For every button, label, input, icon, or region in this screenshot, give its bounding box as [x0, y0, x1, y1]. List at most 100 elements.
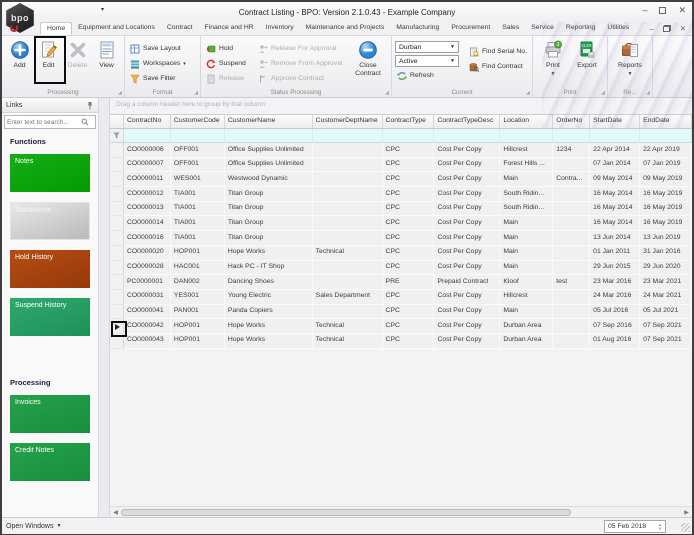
- column-header-customerdeptname[interactable]: CustomerDeptName: [313, 114, 383, 129]
- cell-customerdeptname[interactable]: [313, 187, 383, 202]
- cell-customerdeptname[interactable]: Technical: [313, 334, 383, 349]
- maximize-icon[interactable]: [659, 7, 666, 14]
- cell-contracttype[interactable]: CPC: [383, 172, 435, 187]
- cell-customercode[interactable]: TIA001: [171, 216, 225, 231]
- cell-customercode[interactable]: OFF001: [171, 158, 225, 173]
- cell-customerdeptname[interactable]: [313, 172, 383, 187]
- dialog-launcher-icon[interactable]: ◢: [385, 90, 389, 96]
- cell-contracttype[interactable]: CPC: [383, 261, 435, 276]
- cell-contracttypedesc[interactable]: Cost Per Copy: [434, 290, 500, 305]
- find-contract-button[interactable]: Find Contract: [467, 59, 529, 74]
- branch-combobox[interactable]: Durban▼: [395, 41, 459, 53]
- cell-customercode[interactable]: HAC001: [171, 261, 225, 276]
- cell-startdate[interactable]: 01 Jan 2011: [590, 246, 640, 261]
- tab-home[interactable]: Home: [40, 22, 72, 35]
- cell-location[interactable]: Main: [500, 261, 553, 276]
- cell-customerdeptname[interactable]: [313, 305, 383, 320]
- cell-enddate[interactable]: 05 Jul 2021: [640, 305, 692, 320]
- cell-customercode[interactable]: HOP001: [171, 246, 225, 261]
- notes-button[interactable]: Notes: [10, 154, 90, 192]
- cell-orderno[interactable]: [553, 261, 590, 276]
- cell-enddate[interactable]: 23 Mar 2021: [640, 275, 692, 290]
- cell-enddate[interactable]: 29 Jun 2020: [640, 261, 692, 276]
- scroll-right-icon[interactable]: ▶: [681, 509, 692, 516]
- cell-orderno[interactable]: test: [553, 275, 590, 290]
- table-row[interactable]: CO0000041PAN001Panda CopiersCPCCost Per …: [110, 305, 692, 320]
- print-button[interactable]: 2 Print ▼: [536, 38, 570, 86]
- cell-contracttype[interactable]: PRE: [383, 275, 435, 290]
- cell-orderno[interactable]: Contra...: [553, 172, 590, 187]
- cell-contracttype[interactable]: CPC: [383, 187, 435, 202]
- cell-customerdeptname[interactable]: Technical: [313, 319, 383, 334]
- pin-icon[interactable]: [86, 101, 94, 110]
- filter-cell-startdate[interactable]: [590, 129, 640, 143]
- column-header-contracttypedesc[interactable]: ContractTypeDesc: [434, 114, 500, 129]
- filter-cell-enddate[interactable]: [640, 129, 692, 143]
- cell-contractno[interactable]: CO0000011: [124, 172, 171, 187]
- mdi-minimize-icon[interactable]: –: [650, 25, 654, 32]
- dialog-launcher-icon[interactable]: ◢: [526, 90, 530, 96]
- cell-orderno[interactable]: 1234: [553, 143, 590, 158]
- cell-contracttypedesc[interactable]: Cost Per Copy: [434, 202, 500, 217]
- cell-contracttype[interactable]: CPC: [383, 290, 435, 305]
- cell-startdate[interactable]: 24 Mar 2016: [590, 290, 640, 305]
- cell-location[interactable]: Hillcrest: [500, 143, 553, 158]
- cell-contractno[interactable]: CO0000031: [124, 290, 171, 305]
- suspend-history-button[interactable]: Suspend History: [10, 298, 90, 336]
- cell-contracttype[interactable]: CPC: [383, 231, 435, 246]
- cell-customercode[interactable]: YES001: [171, 290, 225, 305]
- table-row[interactable]: CO0000028HAC001Hack PC - IT ShopCPCCost …: [110, 261, 692, 276]
- cell-contractno[interactable]: CO0000042: [124, 319, 171, 334]
- cell-location[interactable]: South Ridin...: [500, 202, 553, 217]
- cell-startdate[interactable]: 09 May 2014: [590, 172, 640, 187]
- reports-button[interactable]: Reports ▼: [611, 38, 649, 86]
- cell-location[interactable]: Hillcrest: [500, 290, 553, 305]
- find-serial-no-button[interactable]: Find Serial No.: [467, 44, 529, 59]
- column-header-customername[interactable]: CustomerName: [225, 114, 313, 129]
- cell-contracttypedesc[interactable]: Cost Per Copy: [434, 231, 500, 246]
- cell-orderno[interactable]: [553, 187, 590, 202]
- view-button[interactable]: View: [92, 38, 121, 86]
- cell-enddate[interactable]: 13 Jun 2019: [640, 231, 692, 246]
- cell-customercode[interactable]: TIA001: [171, 187, 225, 202]
- cell-customername[interactable]: Titan Group: [225, 187, 313, 202]
- quick-access-dropdown-icon[interactable]: ▾: [101, 6, 104, 13]
- cell-orderno[interactable]: [553, 216, 590, 231]
- cell-customerdeptname[interactable]: [313, 202, 383, 217]
- filter-cell-orderno[interactable]: [553, 129, 590, 143]
- column-header-startdate[interactable]: StartDate: [590, 114, 640, 129]
- cell-customername[interactable]: Titan Group: [225, 216, 313, 231]
- cell-startdate[interactable]: 05 Jul 2016: [590, 305, 640, 320]
- dialog-launcher-icon[interactable]: ◢: [194, 90, 198, 96]
- hold-history-button[interactable]: Hold History: [10, 250, 90, 288]
- filter-cell-contractno[interactable]: [124, 129, 171, 143]
- workspaces-button[interactable]: Workspaces▾: [128, 56, 188, 71]
- cell-enddate[interactable]: 22 Apr 2019: [640, 143, 692, 158]
- tab-procurement[interactable]: Procurement: [445, 22, 496, 35]
- save-layout-button[interactable]: Save Layout: [128, 41, 188, 56]
- cell-customercode[interactable]: HOP001: [171, 334, 225, 349]
- filter-cell-customername[interactable]: [225, 129, 313, 143]
- cell-contracttypedesc[interactable]: Cost Per Copy: [434, 305, 500, 320]
- table-row[interactable]: CO0000006OFF001Office Supplies Unlimited…: [110, 143, 692, 158]
- cell-startdate[interactable]: 29 Jun 2015: [590, 261, 640, 276]
- cell-location[interactable]: Durban Area: [500, 334, 553, 349]
- cell-contracttypedesc[interactable]: Cost Per Copy: [434, 187, 500, 202]
- cell-customername[interactable]: Panda Copiers: [225, 305, 313, 320]
- cell-location[interactable]: Durban Area: [500, 319, 553, 334]
- cell-location[interactable]: Main: [500, 172, 553, 187]
- cell-contracttypedesc[interactable]: Cost Per Copy: [434, 261, 500, 276]
- panel-splitter[interactable]: [98, 98, 110, 517]
- table-row[interactable]: CO0000016TIA001Titan GroupCPCCost Per Co…: [110, 231, 692, 246]
- cell-location[interactable]: Forest Hills ...: [500, 158, 553, 173]
- cell-contractno[interactable]: CO0000020: [124, 246, 171, 261]
- credit-notes-button[interactable]: Credit Notes: [10, 443, 90, 481]
- suspend-button[interactable]: Suspend: [204, 56, 256, 71]
- cell-customername[interactable]: Office Supplies Unlimited: [225, 158, 313, 173]
- cell-contracttype[interactable]: CPC: [383, 158, 435, 173]
- cell-customercode[interactable]: TIA001: [171, 202, 225, 217]
- cell-contractno[interactable]: CO0000028: [124, 261, 171, 276]
- cell-customername[interactable]: Westwood Dynamic: [225, 172, 313, 187]
- tab-service[interactable]: Service: [525, 22, 560, 35]
- resize-grip-icon[interactable]: [681, 523, 690, 532]
